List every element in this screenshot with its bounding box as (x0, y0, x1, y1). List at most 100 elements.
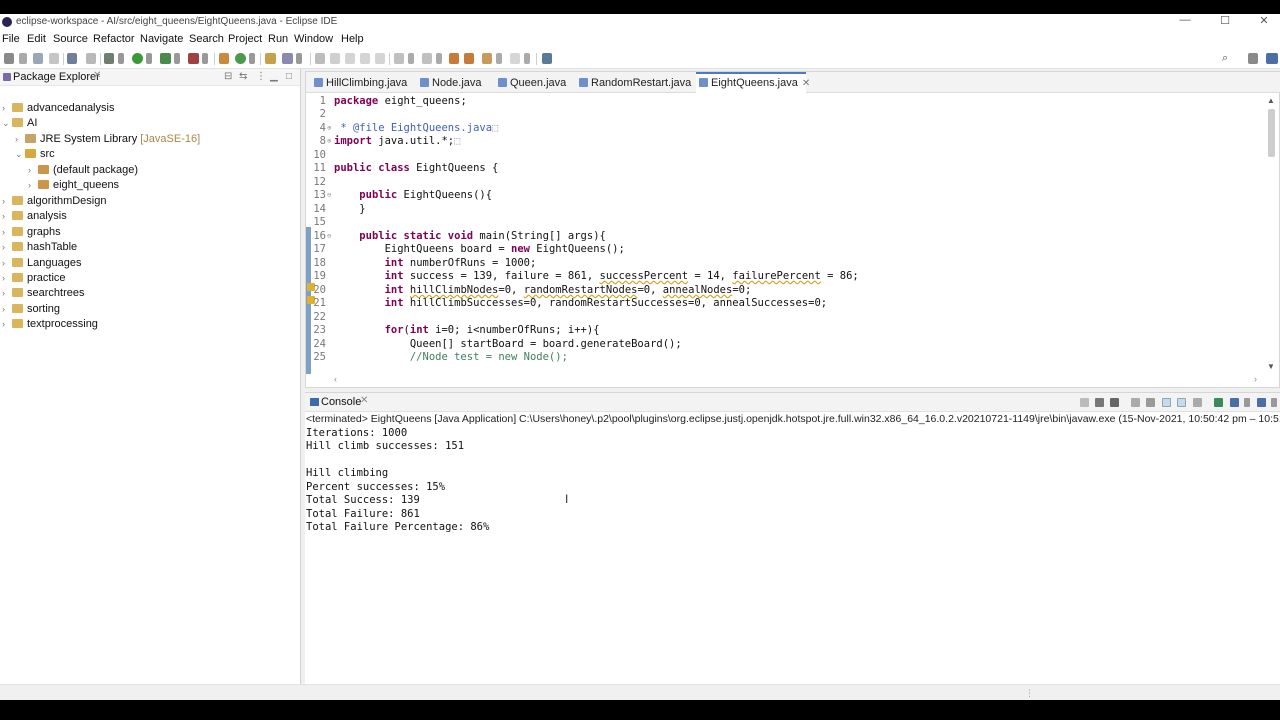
open-console-icon[interactable] (542, 53, 552, 64)
toggle-mark-occurrences-icon[interactable] (315, 53, 325, 64)
menu-source[interactable]: Source (53, 33, 88, 45)
tree-item-languages[interactable]: › Languages (2, 257, 81, 272)
open-console-icon[interactable] (1257, 398, 1266, 407)
chevron-right-icon[interactable]: › (2, 227, 12, 237)
menu-project[interactable]: Project (228, 33, 262, 45)
close-button[interactable]: ✕ (1249, 14, 1279, 27)
new-class-icon[interactable] (235, 53, 246, 64)
tab-hillclimbing[interactable]: HillClimbing.java (310, 72, 414, 93)
chevron-right-icon[interactable]: › (2, 196, 12, 206)
chevron-right-icon[interactable]: › (2, 211, 12, 221)
chevron-down-icon[interactable]: ⌄ (15, 149, 25, 160)
tree-item-analysis[interactable]: › analysis (2, 210, 67, 225)
maximize-view-icon[interactable]: □ (286, 71, 292, 82)
tree-item-algorithmdesign[interactable]: › algorithmDesign (2, 195, 106, 210)
terminal-icon[interactable] (67, 53, 77, 64)
back-dropdown-icon[interactable] (496, 53, 502, 64)
word-wrap-icon[interactable] (1162, 398, 1171, 407)
search-dropdown-icon[interactable] (296, 53, 302, 64)
pin-console-icon[interactable] (1214, 398, 1223, 407)
tree-item-eight-queens[interactable]: › eight_queens (28, 179, 119, 194)
fold-expand-icon[interactable]: ⊕ (327, 122, 331, 135)
tree-item-practice[interactable]: › practice (2, 272, 66, 287)
open-console-dropdown-icon[interactable] (1271, 398, 1277, 407)
scroll-down-icon[interactable]: ▼ (1267, 362, 1275, 371)
scroll-left-icon[interactable]: ‹ (334, 374, 337, 384)
code-area[interactable]: 1 package eight_queens; 2 4 ⊕ * @file Ei… (306, 94, 1262, 374)
tree-item-src[interactable]: ⌄ src (15, 148, 55, 163)
block-selection-icon[interactable] (345, 53, 355, 64)
fold-collapse-icon[interactable]: ⊖ (327, 189, 331, 202)
external-tools-icon[interactable] (188, 53, 199, 64)
search-tool-icon[interactable] (282, 53, 293, 64)
close-icon[interactable]: ✕ (93, 70, 101, 81)
debug-icon[interactable] (104, 53, 114, 64)
menu-file[interactable]: File (2, 33, 20, 45)
tab-node[interactable]: Node.java (418, 72, 490, 93)
scroll-right-icon[interactable]: › (1254, 374, 1257, 384)
close-icon[interactable]: ✕ (360, 395, 368, 406)
menu-search[interactable]: Search (189, 33, 224, 45)
new-class-dropdown-icon[interactable] (249, 53, 255, 64)
maximize-button[interactable]: ☐ (1210, 14, 1240, 27)
chevron-right-icon[interactable]: › (15, 134, 25, 144)
chevron-right-icon[interactable]: › (28, 180, 38, 190)
tree-item-default-package[interactable]: › (default package) (28, 164, 138, 179)
chevron-right-icon[interactable]: › (28, 165, 38, 175)
search-icon[interactable]: ⌕ (1222, 52, 1228, 65)
scroll-up-icon[interactable]: ▲ (1267, 96, 1275, 105)
menu-window[interactable]: Window (294, 33, 333, 45)
external-tools-dropdown-icon[interactable] (202, 53, 208, 64)
tree-item-searchtrees[interactable]: › searchtrees (2, 287, 84, 302)
remove-all-launches-icon[interactable] (1110, 398, 1119, 407)
scrollbar-thumb[interactable] (1268, 109, 1275, 157)
menu-refactor[interactable]: Refactor (93, 33, 135, 45)
open-type-icon[interactable] (265, 53, 276, 64)
save-icon[interactable] (33, 53, 43, 64)
show-whitespace-icon[interactable] (360, 53, 370, 64)
editor-vertical-scrollbar[interactable]: ▲ ▼ (1264, 94, 1279, 374)
next-annotation-icon[interactable] (394, 53, 404, 64)
remove-launch-icon[interactable] (1095, 398, 1104, 407)
back-icon[interactable] (464, 53, 474, 64)
scroll-lock-icon[interactable] (1146, 398, 1155, 407)
minimize-view-icon[interactable]: ▁ (270, 71, 278, 82)
back-history-icon[interactable] (482, 53, 492, 64)
tab-randomrestart[interactable]: RandomRestart.java (577, 72, 691, 93)
chevron-right-icon[interactable]: › (2, 103, 12, 113)
coverage-icon[interactable] (160, 53, 171, 64)
tree-item-jre-system-library[interactable]: › JRE System Library [JavaSE-16] (15, 133, 200, 148)
chevron-right-icon[interactable]: › (2, 273, 12, 283)
chevron-right-icon[interactable]: › (2, 242, 12, 252)
display-console-dropdown-icon[interactable] (1244, 398, 1250, 407)
last-edit-location-icon[interactable] (449, 53, 459, 64)
fold-expand-icon[interactable]: ⊕ (327, 135, 331, 148)
chevron-right-icon[interactable]: › (2, 288, 12, 298)
display-selected-console-icon[interactable] (1230, 398, 1239, 407)
view-menu-icon[interactable]: ⋮ (256, 71, 266, 82)
package-explorer-title[interactable]: Package Explorer (13, 71, 100, 83)
skip-breakpoints-icon[interactable] (86, 53, 96, 64)
close-tab-icon[interactable]: ✕ (802, 78, 810, 89)
collapse-all-icon[interactable]: ⊟ (224, 71, 232, 82)
tree-item-textprocessing[interactable]: › textprocessing (2, 318, 98, 333)
chevron-right-icon[interactable]: › (2, 304, 12, 314)
show-console-stderr-icon[interactable] (1193, 398, 1202, 407)
tree-item-hashtable[interactable]: › hashTable (2, 241, 77, 256)
tree-item-advancedanalysis[interactable]: › advancedanalysis (2, 102, 114, 117)
editor-horizontal-scrollbar[interactable]: ‹ › (334, 374, 1264, 387)
pin-editor-icon[interactable] (375, 53, 385, 64)
run-dropdown-icon[interactable] (146, 53, 152, 64)
tree-item-ai[interactable]: ⌄ AI (2, 117, 37, 132)
console-title[interactable]: Console (321, 396, 361, 408)
java-perspective-icon[interactable] (1266, 53, 1278, 64)
new-java-project-icon[interactable] (219, 53, 229, 64)
tree-item-sorting[interactable]: › sorting (2, 303, 60, 318)
chevron-right-icon[interactable]: › (2, 258, 12, 268)
next-annotation-dropdown-icon[interactable] (408, 53, 414, 64)
clear-console-icon[interactable] (1131, 398, 1140, 407)
tab-eightqueens[interactable]: EightQueens.java ✕ (696, 72, 810, 93)
run-icon[interactable] (132, 53, 143, 64)
coverage-dropdown-icon[interactable] (174, 53, 180, 64)
menu-navigate[interactable]: Navigate (140, 33, 183, 45)
